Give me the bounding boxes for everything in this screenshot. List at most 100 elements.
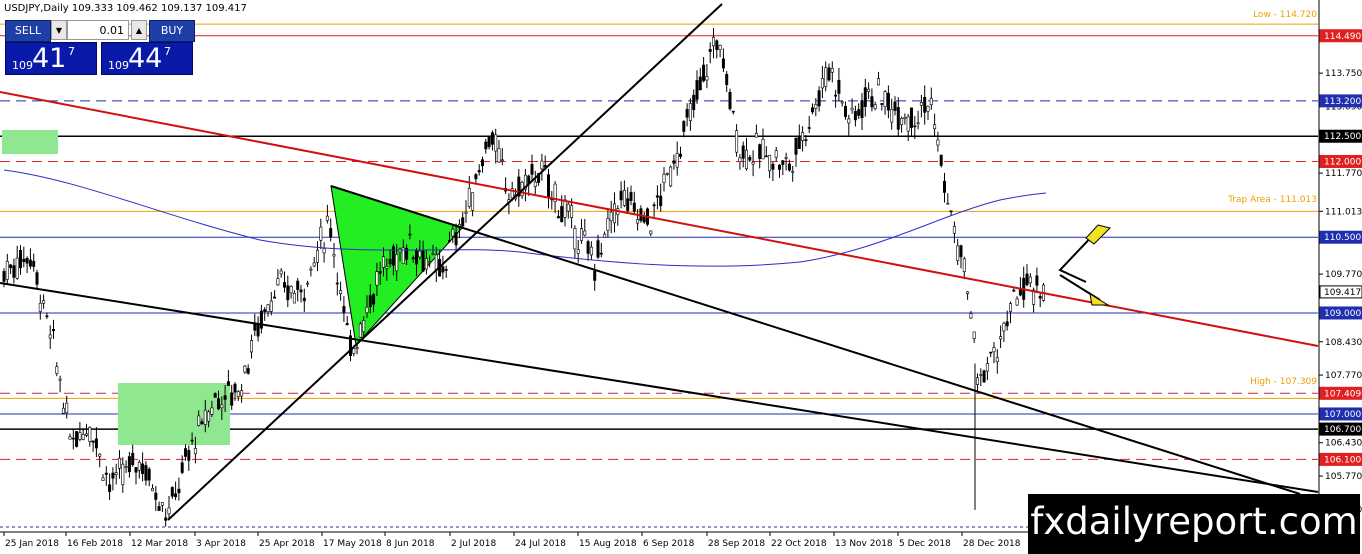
candle-body xyxy=(68,436,72,440)
candle-body xyxy=(467,188,471,207)
candle-body xyxy=(124,466,128,468)
candle-body xyxy=(322,248,326,254)
candle-body xyxy=(388,258,392,265)
candle-body xyxy=(279,270,283,275)
price-tag: 110.500 xyxy=(1319,230,1362,244)
chart-title: USDJPY,Daily 109.333 109.462 109.137 109… xyxy=(4,3,247,14)
candle-body xyxy=(801,132,805,141)
x-tick-label: 17 May 2018 xyxy=(323,539,382,549)
y-tick-label: 105.770 xyxy=(1325,472,1362,482)
candle-body xyxy=(184,448,188,457)
candle-body xyxy=(837,79,841,94)
candle-body xyxy=(302,297,306,302)
candle-body xyxy=(118,457,122,469)
level-annotation: High - 107.309 xyxy=(1250,377,1317,387)
candle-body xyxy=(969,313,973,319)
candle-body xyxy=(946,202,950,205)
sell-button[interactable]: SELL xyxy=(5,20,51,42)
buy-price-big: 44 xyxy=(128,43,163,74)
candle-body xyxy=(599,252,603,255)
candle-body xyxy=(365,307,369,313)
candle-body xyxy=(566,203,570,212)
candle-body xyxy=(576,249,580,254)
candle-body xyxy=(622,189,626,206)
lot-down-arrow-icon[interactable]: ▼ xyxy=(51,20,67,40)
candle-body xyxy=(190,439,194,442)
candle-body xyxy=(174,493,178,498)
candle-body xyxy=(669,166,673,187)
candle-body xyxy=(830,68,834,73)
candle-body xyxy=(424,258,428,270)
candle-body xyxy=(728,92,732,110)
buy-price[interactable]: 109 44 7 xyxy=(101,42,193,75)
candle-body xyxy=(292,293,296,304)
candle-body xyxy=(698,76,702,91)
candle-body xyxy=(250,340,254,353)
candle-body xyxy=(378,271,382,274)
candle-body xyxy=(286,285,290,301)
y-tick-label: 113.750 xyxy=(1325,69,1362,79)
x-tick-label: 5 Dec 2018 xyxy=(899,539,951,549)
candle-body xyxy=(266,304,270,312)
candle-body xyxy=(761,139,765,160)
candle-body xyxy=(593,270,597,281)
sell-price[interactable]: 109 41 7 xyxy=(5,42,97,75)
candle-body xyxy=(923,96,927,113)
candle-body xyxy=(236,391,240,398)
candle-body xyxy=(418,250,422,258)
lot-up-arrow-icon[interactable]: ▲ xyxy=(131,20,147,40)
candle-body xyxy=(870,96,874,108)
candle-body xyxy=(916,122,920,125)
candle-body xyxy=(655,195,659,198)
lot-size-input[interactable]: 0.01 xyxy=(67,20,129,40)
candle-body xyxy=(619,190,623,201)
candle-body xyxy=(385,266,389,269)
one-click-trade-panel: SELL ▼ 0.01 ▲ BUY 109 41 7 109 44 7 xyxy=(5,18,195,76)
candle-body xyxy=(81,434,85,440)
candle-body xyxy=(164,517,168,521)
candle-body xyxy=(121,463,125,485)
candle-body xyxy=(355,347,359,350)
candle-body xyxy=(421,250,425,272)
candle-body xyxy=(1008,303,1012,312)
candle-body xyxy=(319,226,323,241)
candle-body xyxy=(791,171,795,173)
buy-button[interactable]: BUY xyxy=(149,20,195,42)
candle-body xyxy=(18,250,22,269)
candle-body xyxy=(721,58,725,69)
price-tag: 113.200 xyxy=(1319,94,1362,108)
candle-body xyxy=(804,139,808,141)
candle-body xyxy=(942,180,946,193)
candle-body xyxy=(949,210,953,213)
x-tick-label: 12 Mar 2018 xyxy=(131,539,188,549)
x-tick-label: 15 Aug 2018 xyxy=(579,539,637,549)
candle-body xyxy=(794,137,798,155)
price-tag: 109.417 xyxy=(1319,285,1362,299)
candle-body xyxy=(441,266,445,273)
candle-body xyxy=(1025,273,1029,286)
candle-body xyxy=(612,203,616,224)
candle-body xyxy=(840,101,844,104)
candle-body xyxy=(758,144,762,159)
candle-body xyxy=(738,157,742,163)
candle-body xyxy=(431,253,435,255)
candle-body xyxy=(217,398,221,410)
candle-body xyxy=(28,259,32,267)
candle-body xyxy=(160,502,164,506)
candle-body xyxy=(929,98,933,105)
candle-body xyxy=(381,256,385,268)
candle-body xyxy=(890,109,894,123)
candle-body xyxy=(933,124,937,130)
candle-body xyxy=(127,456,131,473)
candle-body xyxy=(652,204,656,207)
candle-body xyxy=(55,366,59,374)
candle-body xyxy=(94,438,98,449)
candle-body xyxy=(748,157,752,161)
candle-body xyxy=(299,289,303,293)
x-tick-label: 28 Dec 2018 xyxy=(963,539,1021,549)
candle-body xyxy=(992,347,996,353)
buy-price-pip: 7 xyxy=(164,45,171,58)
candle-body xyxy=(632,202,636,212)
candle-body xyxy=(15,257,19,279)
candle-body xyxy=(447,240,451,242)
